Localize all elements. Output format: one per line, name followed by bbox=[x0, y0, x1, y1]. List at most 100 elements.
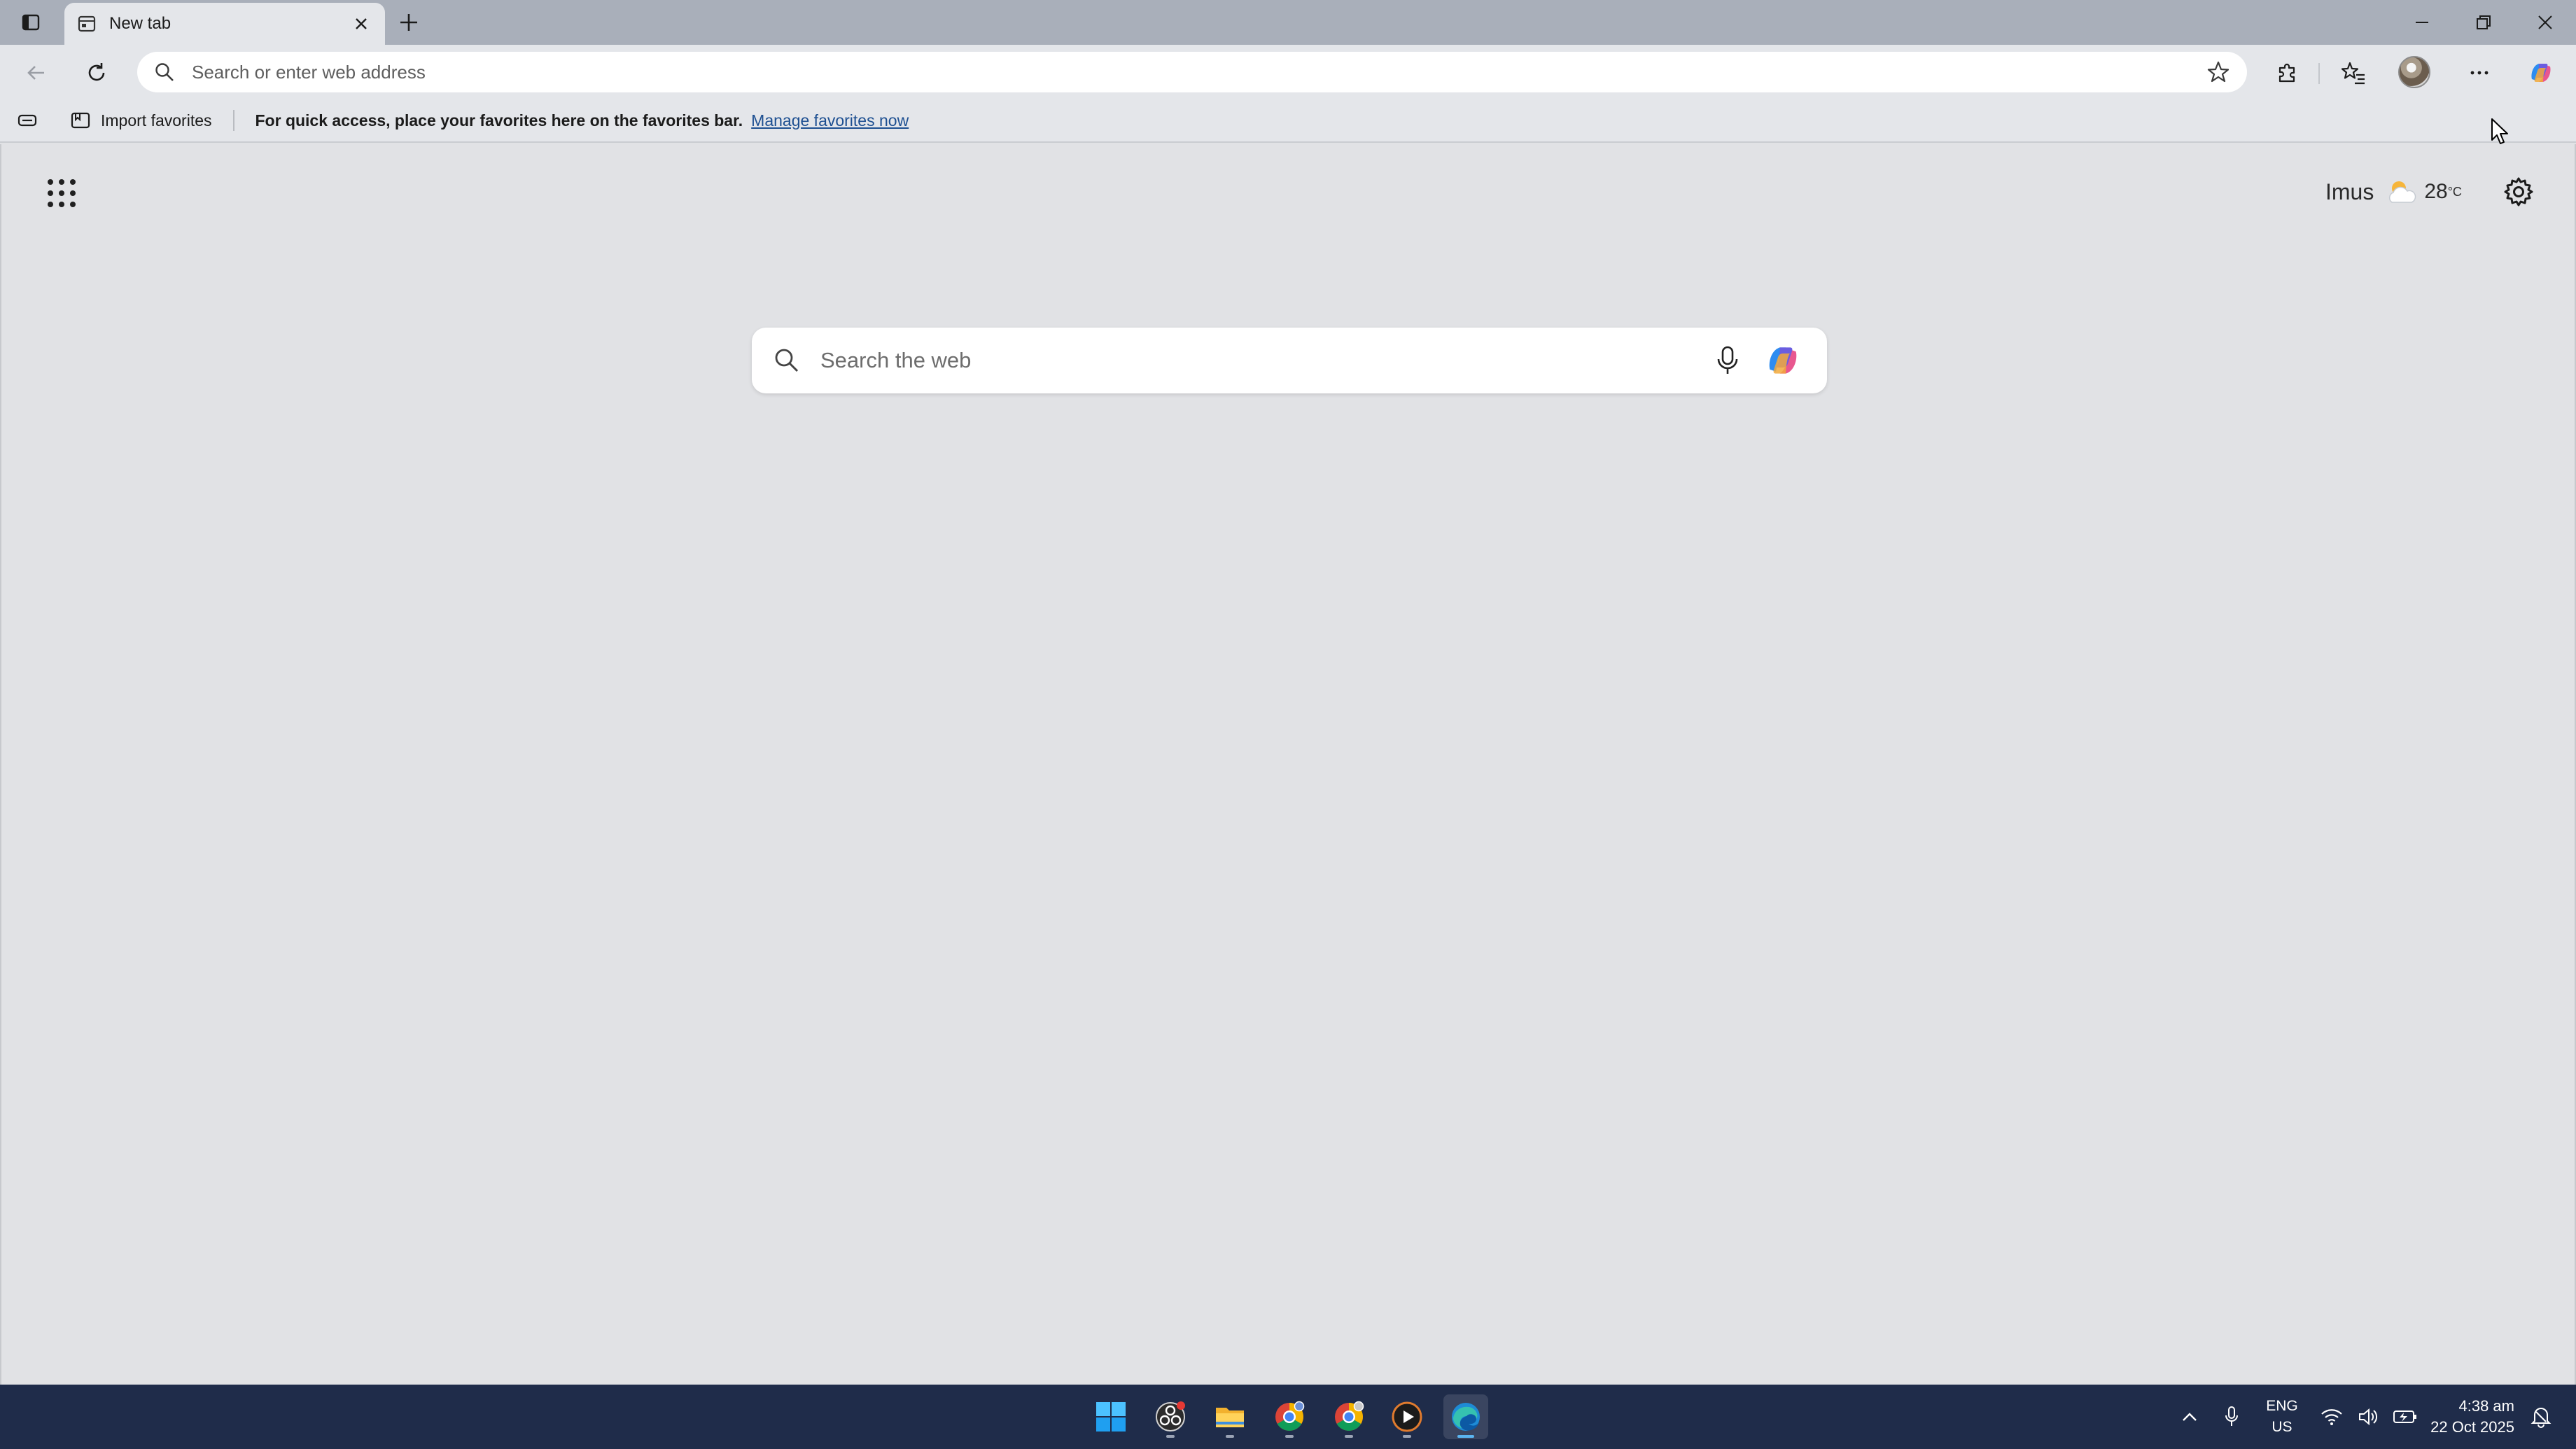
back-button[interactable] bbox=[17, 53, 56, 92]
grid-dot-icon bbox=[59, 202, 64, 207]
mouse-cursor-icon bbox=[2491, 118, 2508, 144]
weather-widget[interactable]: Imus 28 °C bbox=[2325, 169, 2462, 214]
grid-dot-icon bbox=[59, 190, 64, 196]
media-player-icon bbox=[1392, 1401, 1422, 1432]
copilot-button[interactable] bbox=[2521, 53, 2561, 92]
taskbar-chrome[interactable] bbox=[1267, 1394, 1312, 1439]
address-bar[interactable]: Search or enter web address bbox=[137, 52, 2247, 92]
page-settings-button[interactable] bbox=[2500, 174, 2537, 210]
browser-toolbar: Search or enter web address bbox=[0, 45, 2576, 99]
close-tab-button[interactable] bbox=[347, 10, 375, 38]
show-hidden-icons-button[interactable] bbox=[2176, 1385, 2204, 1449]
start-button[interactable] bbox=[1088, 1394, 1133, 1439]
running-indicator bbox=[1166, 1435, 1175, 1438]
grid-dot-icon bbox=[48, 190, 53, 196]
profile-avatar[interactable] bbox=[2398, 56, 2430, 88]
running-indicator bbox=[1285, 1435, 1294, 1438]
tab-new-tab[interactable]: New tab bbox=[64, 3, 385, 45]
copilot-search-button[interactable] bbox=[1760, 337, 1806, 384]
web-search-box[interactable]: Search the web bbox=[752, 328, 1827, 393]
restore-button[interactable] bbox=[2453, 0, 2514, 45]
tab-actions-icon bbox=[22, 14, 40, 31]
close-icon bbox=[2538, 15, 2552, 29]
favorites-list-icon bbox=[2341, 62, 2365, 85]
plus-icon bbox=[400, 14, 417, 31]
new-tab-button[interactable] bbox=[392, 7, 426, 38]
favorites-bar-toggle-icon bbox=[18, 114, 37, 127]
voice-search-button[interactable] bbox=[1709, 342, 1746, 379]
region-code: US bbox=[2272, 1419, 2292, 1435]
favorites-bar-hint: For quick access, place your favorites h… bbox=[255, 111, 743, 130]
obs-studio-icon bbox=[1156, 1401, 1185, 1432]
weather-temperature: 28 bbox=[2424, 180, 2448, 203]
battery-charging-icon bbox=[2393, 1410, 2416, 1423]
address-bar-placeholder: Search or enter web address bbox=[192, 61, 426, 83]
running-indicator bbox=[1226, 1435, 1234, 1438]
copilot-icon bbox=[1769, 347, 1797, 374]
taskbar-obs-studio[interactable] bbox=[1148, 1394, 1193, 1439]
new-tab-page-icon bbox=[74, 11, 99, 36]
taskbar: ENG US 4:38 am 22 Oct 2025 bbox=[0, 1385, 2576, 1449]
input-language-button[interactable]: ENG US bbox=[2261, 1385, 2303, 1449]
taskbar-file-explorer[interactable] bbox=[1208, 1394, 1252, 1439]
hide-favorites-bar-button[interactable] bbox=[14, 107, 41, 134]
import-favorites-button[interactable]: Import favorites bbox=[70, 110, 212, 131]
microphone-icon bbox=[1717, 346, 1738, 374]
microphone-icon bbox=[2225, 1406, 2238, 1426]
grid-dot-icon bbox=[59, 179, 64, 185]
app-launcher-button[interactable] bbox=[43, 175, 77, 209]
start-icon bbox=[1096, 1402, 1126, 1432]
chrome-icon bbox=[1275, 1401, 1305, 1431]
file-explorer-icon bbox=[1216, 1408, 1244, 1427]
copilot-icon bbox=[2531, 64, 2551, 82]
clock-button[interactable]: 4:38 am 22 Oct 2025 bbox=[2423, 1385, 2514, 1449]
microphone-tray-button[interactable] bbox=[2218, 1385, 2246, 1449]
puzzle-piece-icon bbox=[2278, 63, 2295, 83]
manage-favorites-link[interactable]: Manage favorites now bbox=[751, 111, 909, 130]
refresh-icon bbox=[88, 63, 105, 81]
refresh-button[interactable] bbox=[77, 53, 116, 92]
favorites-button[interactable] bbox=[2334, 53, 2373, 92]
search-icon bbox=[155, 63, 174, 81]
grid-dot-icon bbox=[48, 179, 53, 185]
edge-icon bbox=[1452, 1403, 1480, 1431]
minimize-button[interactable] bbox=[2391, 0, 2453, 45]
notifications-button[interactable] bbox=[2526, 1385, 2556, 1449]
active-indicator bbox=[1457, 1435, 1474, 1438]
quick-settings-button[interactable] bbox=[2320, 1385, 2418, 1449]
language-code: ENG bbox=[2266, 1398, 2298, 1414]
close-icon bbox=[356, 18, 367, 29]
import-favorites-icon bbox=[71, 112, 90, 129]
grid-dot-icon bbox=[48, 202, 53, 207]
gear-icon bbox=[2504, 177, 2533, 206]
favorites-bar-divider bbox=[232, 110, 234, 131]
volume-icon bbox=[2359, 1408, 2378, 1426]
wifi-icon bbox=[2321, 1409, 2342, 1425]
new-tab-page: Imus 28 °C Search the web bbox=[0, 144, 2576, 1385]
taskbar-chrome-profile[interactable] bbox=[1326, 1394, 1371, 1439]
tab-actions-button[interactable] bbox=[0, 0, 62, 45]
taskbar-edge[interactable] bbox=[1443, 1394, 1488, 1439]
running-indicator bbox=[1403, 1435, 1411, 1438]
restore-icon bbox=[2477, 15, 2491, 29]
tab-title: New tab bbox=[109, 14, 172, 33]
back-arrow-icon bbox=[27, 66, 44, 80]
taskbar-media-player[interactable] bbox=[1385, 1394, 1429, 1439]
settings-and-more-button[interactable] bbox=[2460, 53, 2499, 92]
grid-dot-icon bbox=[70, 190, 76, 196]
minimize-icon bbox=[2416, 22, 2428, 23]
favorite-star-icon[interactable] bbox=[2206, 60, 2230, 84]
more-dots-icon bbox=[2470, 71, 2488, 75]
import-favorites-label: Import favorites bbox=[101, 111, 212, 130]
close-window-button[interactable] bbox=[2514, 0, 2576, 45]
extensions-button[interactable] bbox=[2268, 53, 2307, 92]
weather-location: Imus bbox=[2325, 178, 2374, 204]
tab-strip: New tab bbox=[0, 0, 2576, 45]
search-icon bbox=[775, 349, 799, 372]
favorites-bar: Import favorites For quick access, place… bbox=[0, 99, 2576, 143]
grid-dot-icon bbox=[70, 202, 76, 207]
clock-time: 4:38 am bbox=[2458, 1397, 2515, 1415]
web-search-placeholder: Search the web bbox=[820, 348, 972, 372]
chevron-up-icon bbox=[2183, 1413, 2197, 1421]
clock-date: 22 Oct 2025 bbox=[2430, 1418, 2514, 1436]
